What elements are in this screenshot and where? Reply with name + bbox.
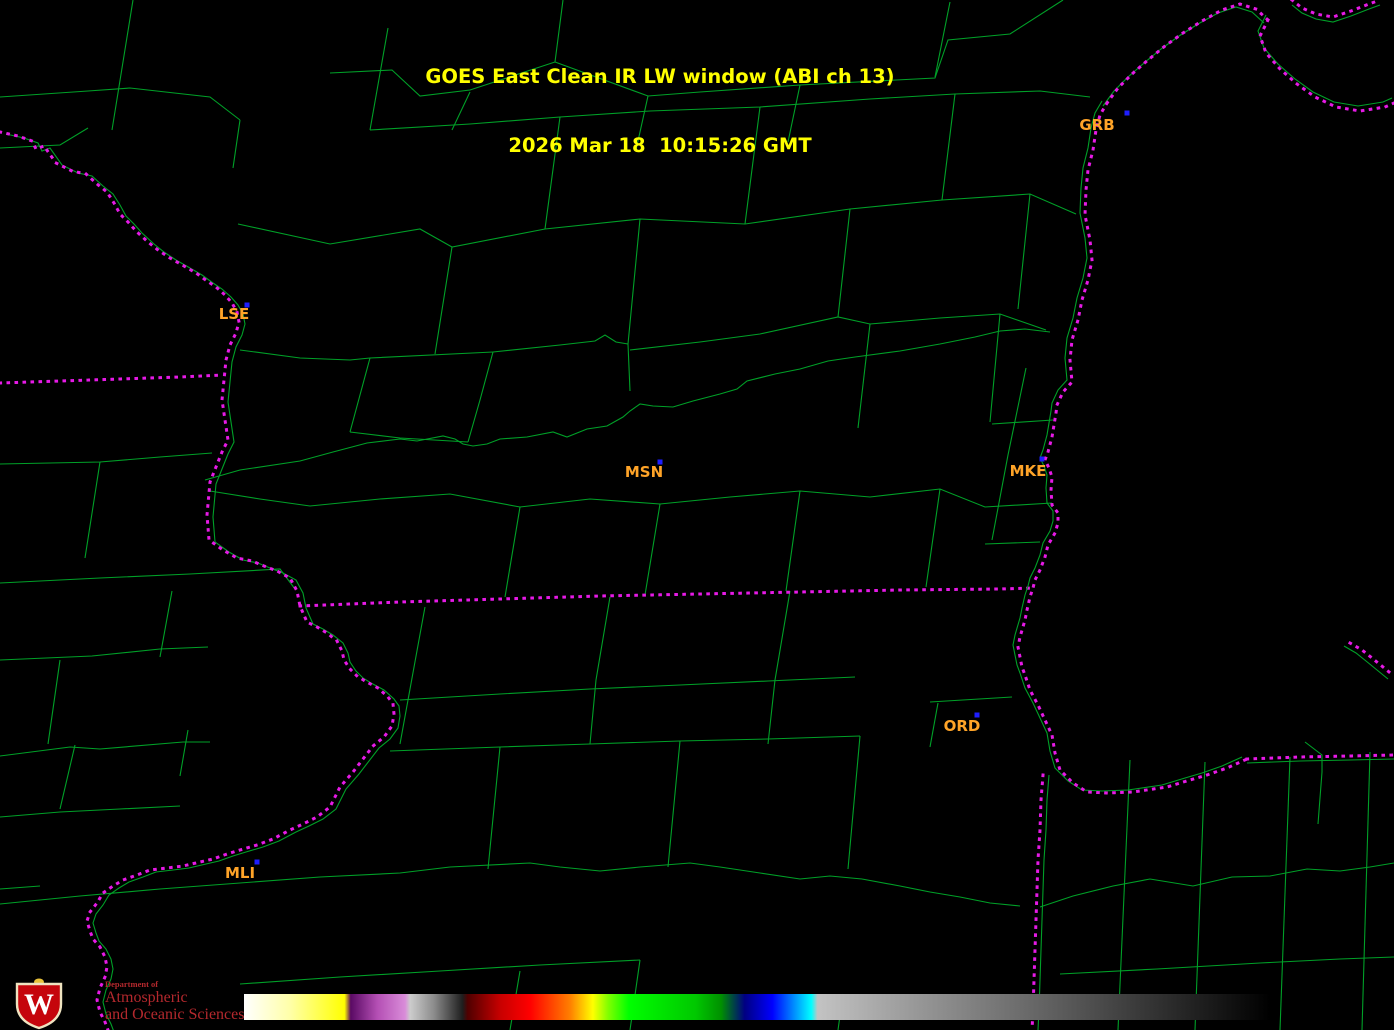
uw-crest-icon: W [15, 978, 63, 1030]
county-boundary-line [857, 323, 871, 429]
county-boundary-line [1194, 761, 1206, 1030]
county-boundary-line [1343, 645, 1389, 680]
mississippi-river [0, 130, 396, 1030]
mn-ia-state-border [0, 373, 225, 385]
county-boundary-line [239, 349, 494, 361]
county-boundary-line [1279, 756, 1291, 1030]
county-boundary-line [487, 746, 501, 870]
county-boundary-line [984, 541, 1041, 545]
temperature-colorbar [244, 994, 1270, 1020]
county-boundary-line [492, 334, 629, 353]
county-boundary-line [861, 878, 1021, 907]
county-boundary-line [929, 702, 939, 748]
county-boundary-line [989, 313, 1001, 423]
county-boundary-line [209, 488, 1053, 508]
county-boundary-line [179, 729, 189, 777]
county-boundary-line [0, 805, 181, 818]
county-boundary-line [785, 490, 801, 592]
svg-text:W: W [24, 988, 54, 1021]
county-boundary-line [991, 419, 1054, 425]
county-boundary-line [1059, 956, 1394, 975]
county-boundary-line [1361, 751, 1371, 1030]
city-label-MKE: MKE [1010, 462, 1047, 480]
city-dot-MKE [1039, 456, 1045, 462]
city-dot-MLI [254, 859, 260, 865]
county-boundary-line [349, 357, 371, 433]
county-boundary-line [467, 351, 494, 443]
county-boundary-line [629, 313, 1047, 351]
wi-il-state-border [298, 586, 1035, 608]
county-boundary-line [627, 343, 631, 392]
county-boundary-line [1039, 862, 1394, 908]
logo-line-1: Atmospheric [105, 989, 188, 1006]
county-boundary-line [204, 328, 1051, 481]
county-boundary-line [399, 606, 426, 745]
county-boundary-line [0, 646, 209, 661]
county-boundary-line [1246, 758, 1394, 764]
county-boundary-line [0, 568, 296, 590]
county-boundary-line [389, 735, 861, 752]
county-boundary-line [991, 367, 1027, 541]
title-line-1: GOES East Clean IR LW window (ABI ch 13) [425, 65, 895, 88]
city-label-MLI: MLI [225, 864, 255, 882]
county-boundary-line [837, 208, 851, 318]
county-boundary-line [47, 659, 61, 745]
county-boundary-line [847, 735, 861, 870]
logo-dept-label: Department of [105, 979, 159, 989]
lake-michigan-west-shore [1016, 100, 1249, 795]
county-boundary-line [84, 461, 101, 559]
county-boundary-line [627, 218, 641, 345]
county-boundary-line [399, 676, 856, 701]
county-boundary-line [159, 590, 173, 658]
county-boundary-line [644, 503, 661, 596]
county-boundary-line [1017, 193, 1031, 310]
city-label-MSN: MSN [625, 463, 663, 481]
county-boundary-line [0, 741, 210, 757]
image-title: GOES East Clean IR LW window (ABI ch 13)… [0, 19, 1320, 203]
county-boundary-line [1304, 741, 1323, 825]
county-boundary-line [767, 590, 791, 745]
county-boundary-line [925, 488, 941, 588]
county-boundary-line [449, 862, 863, 880]
uw-aos-logo: W Department of Atmospheric and Oceanic … [8, 977, 338, 1030]
county-boundary-line [1037, 774, 1050, 1030]
county-boundary-line [667, 740, 681, 868]
county-boundary-line [434, 246, 453, 355]
uw-aos-logo-text: Department of Atmospheric and Oceanic Sc… [105, 979, 244, 1023]
lake-michigan-east-shore [1347, 640, 1394, 678]
county-boundary-line [5, 133, 401, 1030]
satellite-map-viewer: GRB LSE MSN MKE ORD MLI GOES East Clean IR LW… [0, 0, 1394, 1030]
county-boundary-line [929, 696, 1013, 703]
county-boundary-line [59, 744, 76, 810]
city-label-LSE: LSE [219, 305, 250, 323]
county-boundary-line [1117, 759, 1131, 1030]
in-mi-state-border [1245, 753, 1394, 761]
title-line-2: 2026 Mar 18 10:15:26 GMT [508, 134, 812, 157]
county-boundary-line [0, 452, 213, 465]
county-boundary-line [1012, 100, 1243, 792]
county-boundary-line [504, 506, 521, 598]
county-boundary-line [589, 596, 611, 745]
il-in-state-border [1030, 773, 1045, 1030]
county-boundary-line [0, 885, 41, 890]
city-label-ORD: ORD [944, 717, 981, 735]
logo-line-2: and Oceanic Sciences [105, 1006, 245, 1023]
